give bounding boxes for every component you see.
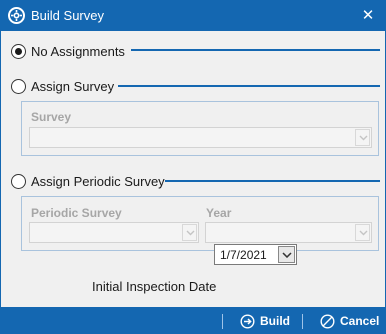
cancel-button[interactable]: Cancel <box>320 311 379 331</box>
footer-separator <box>302 314 303 329</box>
survey-field-label: Survey <box>31 110 72 124</box>
assign-survey-option[interactable]: Assign Survey <box>11 77 114 95</box>
periodic-group: Periodic Survey Year <box>21 196 379 251</box>
window-title: Build Survey <box>31 8 104 23</box>
survey-gear-icon <box>8 7 25 24</box>
title-bar[interactable]: Build Survey ✕ <box>0 0 386 31</box>
cancel-circle-icon <box>320 313 335 329</box>
chevron-down-icon[interactable] <box>355 129 370 146</box>
year-field-label: Year <box>206 206 232 220</box>
chevron-down-icon[interactable] <box>182 224 197 241</box>
assign-periodic-divider <box>165 180 380 182</box>
no-assignments-divider <box>131 49 380 51</box>
no-assignments-option[interactable]: No Assignments <box>11 42 125 60</box>
periodic-survey-select[interactable] <box>29 222 199 243</box>
arrow-right-circle-icon <box>240 313 255 329</box>
build-button[interactable]: Build <box>240 311 290 331</box>
calendar-dropdown-icon[interactable] <box>278 246 295 263</box>
assign-survey-radio[interactable] <box>11 78 26 94</box>
chevron-down-icon[interactable] <box>355 224 370 241</box>
periodic-survey-field-label: Periodic Survey <box>31 206 122 220</box>
close-button[interactable]: ✕ <box>356 4 380 26</box>
assign-periodic-radio[interactable] <box>11 173 26 189</box>
year-select[interactable] <box>205 222 372 243</box>
build-survey-dialog: Build Survey ✕ No Assignments Assign Sur… <box>0 0 386 334</box>
assign-survey-label: Assign Survey <box>31 78 115 94</box>
footer-separator <box>222 314 223 329</box>
survey-group: Survey <box>21 101 379 156</box>
inspection-date-value[interactable]: 1/7/2021 <box>220 248 267 262</box>
assign-periodic-label: Assign Periodic Survey <box>31 173 165 189</box>
inspection-date-picker[interactable]: 1/7/2021 <box>214 244 297 265</box>
no-assignments-label: No Assignments <box>31 43 125 59</box>
cancel-label: Cancel <box>340 314 380 328</box>
assign-periodic-option[interactable]: Assign Periodic Survey <box>11 172 165 190</box>
no-assignments-radio[interactable] <box>11 43 26 59</box>
inspection-date-label: Initial Inspection Date <box>92 279 217 294</box>
dialog-footer: Build Cancel <box>0 307 386 334</box>
survey-select[interactable] <box>29 127 372 148</box>
dialog-body: No Assignments Assign Survey Survey Assi… <box>1 31 385 307</box>
build-label: Build <box>260 314 290 328</box>
assign-survey-divider <box>118 85 380 87</box>
